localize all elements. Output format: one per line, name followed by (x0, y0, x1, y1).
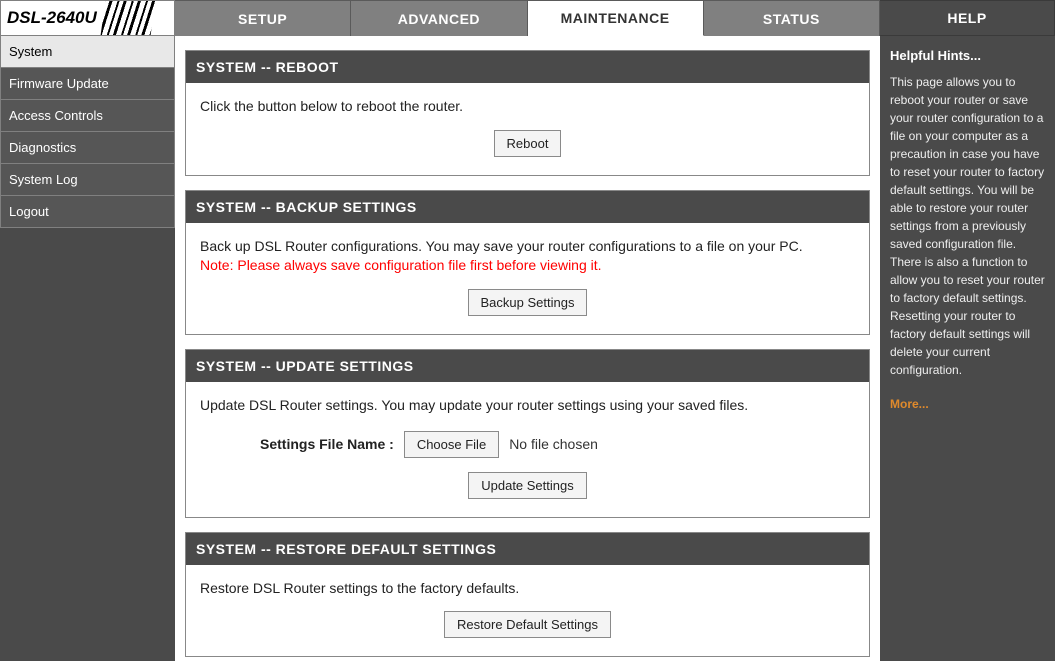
tab-advanced[interactable]: ADVANCED (351, 0, 527, 36)
backup-settings-button[interactable]: Backup Settings (468, 289, 588, 316)
device-logo: DSL-2640U (0, 0, 175, 36)
sidebar-item-system-log[interactable]: System Log (0, 164, 175, 196)
panel-backup: SYSTEM -- BACKUP SETTINGS Back up DSL Ro… (185, 190, 870, 335)
restore-default-button[interactable]: Restore Default Settings (444, 611, 611, 638)
reboot-button[interactable]: Reboot (494, 130, 562, 157)
panel-backup-title: SYSTEM -- BACKUP SETTINGS (186, 191, 869, 223)
panel-restore-title: SYSTEM -- RESTORE DEFAULT SETTINGS (186, 533, 869, 565)
tab-status[interactable]: STATUS (704, 0, 880, 36)
sidebar-item-firmware[interactable]: Firmware Update (0, 68, 175, 100)
sidebar-item-diagnostics[interactable]: Diagnostics (0, 132, 175, 164)
sidebar-item-logout[interactable]: Logout (0, 196, 175, 228)
sidebar-item-access-controls[interactable]: Access Controls (0, 100, 175, 132)
update-settings-button[interactable]: Update Settings (468, 472, 587, 499)
help-more-link[interactable]: More... (890, 397, 929, 411)
panel-restore: SYSTEM -- RESTORE DEFAULT SETTINGS Resto… (185, 532, 870, 658)
main-tabs: SETUP ADVANCED MAINTENANCE STATUS (175, 0, 880, 36)
device-model: DSL-2640U (7, 8, 97, 28)
panel-restore-text: Restore DSL Router settings to the facto… (200, 579, 855, 598)
file-chosen-status: No file chosen (509, 436, 598, 452)
tab-help[interactable]: HELP (880, 0, 1055, 36)
sidebar: System Firmware Update Access Controls D… (0, 36, 175, 661)
panel-backup-note: Note: Please always save configuration f… (200, 257, 602, 273)
tab-setup[interactable]: SETUP (175, 0, 351, 36)
settings-file-label: Settings File Name : (260, 436, 394, 452)
panel-backup-text: Back up DSL Router configurations. You m… (200, 238, 803, 254)
panel-update-text: Update DSL Router settings. You may upda… (200, 396, 855, 415)
help-title: Helpful Hints... (890, 48, 1045, 63)
help-text: This page allows you to reboot your rout… (890, 73, 1045, 379)
sidebar-item-system[interactable]: System (0, 36, 175, 68)
main-content: SYSTEM -- REBOOT Click the button below … (175, 36, 880, 661)
panel-update: SYSTEM -- UPDATE SETTINGS Update DSL Rou… (185, 349, 870, 518)
panel-reboot-title: SYSTEM -- REBOOT (186, 51, 869, 83)
logo-stripes-icon (100, 1, 155, 35)
panel-reboot-text: Click the button below to reboot the rou… (200, 97, 855, 116)
panel-update-title: SYSTEM -- UPDATE SETTINGS (186, 350, 869, 382)
help-panel: Helpful Hints... This page allows you to… (880, 36, 1055, 661)
panel-reboot: SYSTEM -- REBOOT Click the button below … (185, 50, 870, 176)
tab-maintenance[interactable]: MAINTENANCE (528, 0, 704, 36)
choose-file-button[interactable]: Choose File (404, 431, 499, 458)
